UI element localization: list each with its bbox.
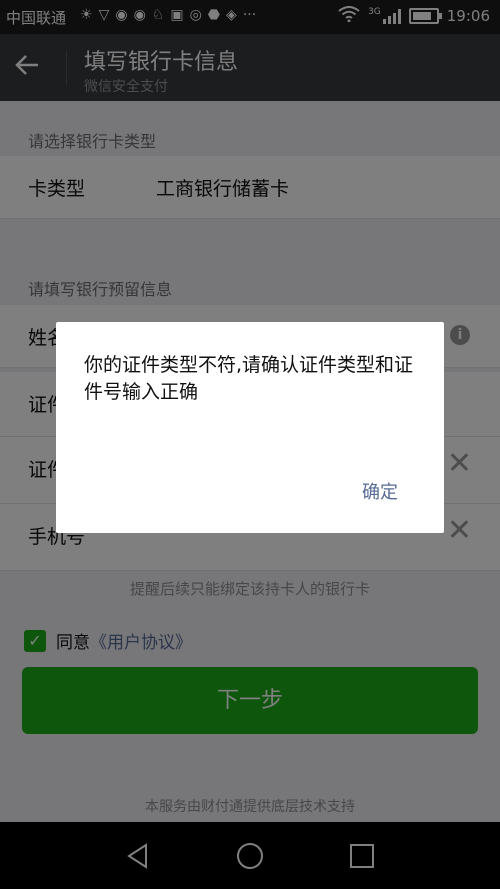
dialog-message: 你的证件类型不符,请确认证件类型和证件号输入正确	[84, 354, 414, 403]
confirm-button[interactable]: 确定	[362, 478, 398, 504]
error-dialog: 你的证件类型不符,请确认证件类型和证件号输入正确 确定	[56, 322, 444, 533]
